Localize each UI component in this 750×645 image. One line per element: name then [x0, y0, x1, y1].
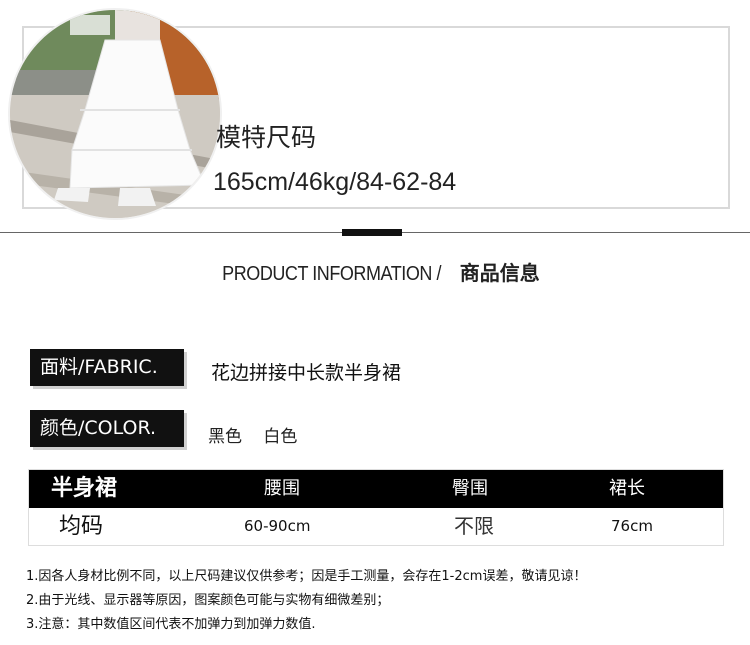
size-table-header: 半身裙 腰围 臀围 裙长: [29, 470, 723, 508]
color-values: 黑色 白色: [208, 422, 313, 447]
size-cell-size: 均码: [59, 514, 104, 539]
model-size-title: 模特尺码: [216, 123, 317, 152]
section-title-zh: 商品信息: [459, 261, 540, 285]
note-item: 3.注意：其中数值区间代表不加弹力到加弹力数值.: [26, 617, 316, 632]
size-header-product: 半身裙: [51, 476, 118, 501]
size-header-waist: 腰围: [264, 478, 300, 499]
note-item: 2.由于光线、显示器等原因，图案颜色可能与实物有细微差别；: [26, 593, 390, 608]
size-header-hip: 臀围: [452, 478, 488, 499]
notes: 1.因各人身材比例不同，以上尺码建议仅供参考；因是手工测量，会存在1-2cm误差…: [26, 565, 586, 637]
color-option-white: 白色: [263, 427, 298, 447]
size-table-row: 均码 60-90cm 不限 76cm: [29, 508, 723, 545]
fabric-label: 面料/FABRIC.: [30, 349, 184, 386]
size-cell-waist: 60-90cm: [244, 517, 311, 535]
size-table: 半身裙 腰围 臀围 裙长 均码 60-90cm 不限 76cm: [28, 469, 724, 546]
section-divider-accent: [342, 229, 402, 236]
section-title: PRODUCT INFORMATION / 商品信息: [0, 257, 750, 286]
size-cell-hip: 不限: [454, 514, 494, 538]
size-cell-length: 76cm: [611, 517, 653, 535]
color-option-black: 黑色: [208, 427, 242, 447]
section-title-en: PRODUCT INFORMATION /: [222, 263, 442, 285]
size-header-length: 裙长: [609, 478, 645, 499]
fabric-value: 花边拼接中长款半身裙: [211, 362, 402, 384]
note-item: 1.因各人身材比例不同，以上尺码建议仅供参考；因是手工测量，会存在1-2cm误差…: [26, 569, 587, 584]
color-label: 颜色/COLOR.: [30, 410, 184, 447]
model-size-value: 165cm/46kg/84-62-84: [213, 168, 457, 196]
model-photo: [10, 10, 220, 218]
